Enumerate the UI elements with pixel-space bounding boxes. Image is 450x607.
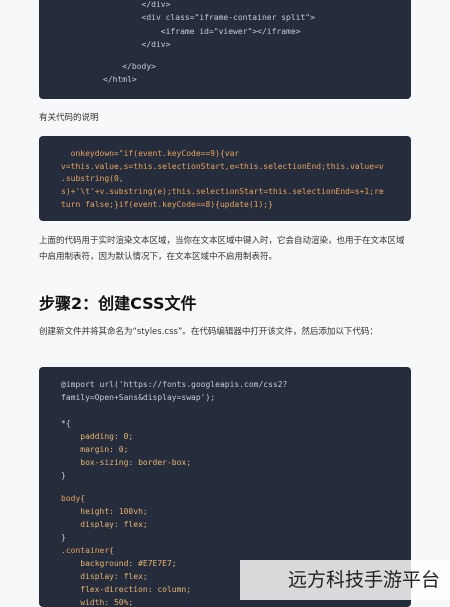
code-line: height: 100vh; <box>61 507 148 516</box>
code-line: } <box>61 533 66 542</box>
code-explain-label: 有关代码的说明 <box>39 113 99 123</box>
code-line: .container{ <box>61 546 114 555</box>
code-line: </html> <box>103 75 137 84</box>
code-line: display: flex; <box>61 572 148 581</box>
code-line: turn false;}if(event.keyCode==8){update(… <box>61 200 273 209</box>
code-line: onkeydown="if(event.keyCode==9){var <box>61 149 240 158</box>
code-line: .substring(0, <box>61 174 124 183</box>
code-line: box-sizing: border-box; <box>61 458 192 467</box>
section-heading: 步骤2：创建CSS文件 <box>39 294 197 313</box>
code-line: margin: 0; <box>61 445 129 454</box>
code-line: v=this.value,s=this.selectionStart,e=thi… <box>61 162 384 171</box>
code-line: s)+'\t'+v.substring(e);this.selectionSta… <box>61 187 384 196</box>
code-line: flex-direction: column; <box>61 585 192 594</box>
code-line: family=Open+Sans&display=swap'); <box>61 393 216 402</box>
code-line: </div> <box>103 40 171 49</box>
code-line: @import url('https://fonts.googleapis.co… <box>61 380 288 389</box>
code-block-onkeydown: onkeydown="if(event.keyCode==9){var v=th… <box>39 136 411 221</box>
code-line: } <box>61 471 66 480</box>
code-line: </div> <box>103 0 171 9</box>
code-line: body{ <box>61 494 86 503</box>
code-line: background: #E7E7E7; <box>61 559 177 568</box>
code-line: padding: 0; <box>61 432 134 441</box>
code-line: <div class="iframe-container split"> <box>103 13 315 22</box>
code-line: display: flex; <box>61 520 148 529</box>
code-line: </body> <box>103 62 156 71</box>
code-block-html: </div> <div class="iframe-container spli… <box>39 0 411 99</box>
code-line: width: 50%; <box>61 598 134 607</box>
paragraph-explanation: 上面的代码用于实时渲染文本区域，当你在文本区域中键入时，它会自动渲染，也用于在文… <box>39 236 405 262</box>
watermark: 远方科技手游平台 <box>240 560 450 600</box>
paragraph-create-file: 创建新文件并将其命名为“styles.css”。在代码编辑器中打开该文件，然后添… <box>39 327 378 337</box>
code-line: *{ <box>61 419 71 428</box>
code-line: <iframe id="viewer"></iframe> <box>103 27 301 36</box>
